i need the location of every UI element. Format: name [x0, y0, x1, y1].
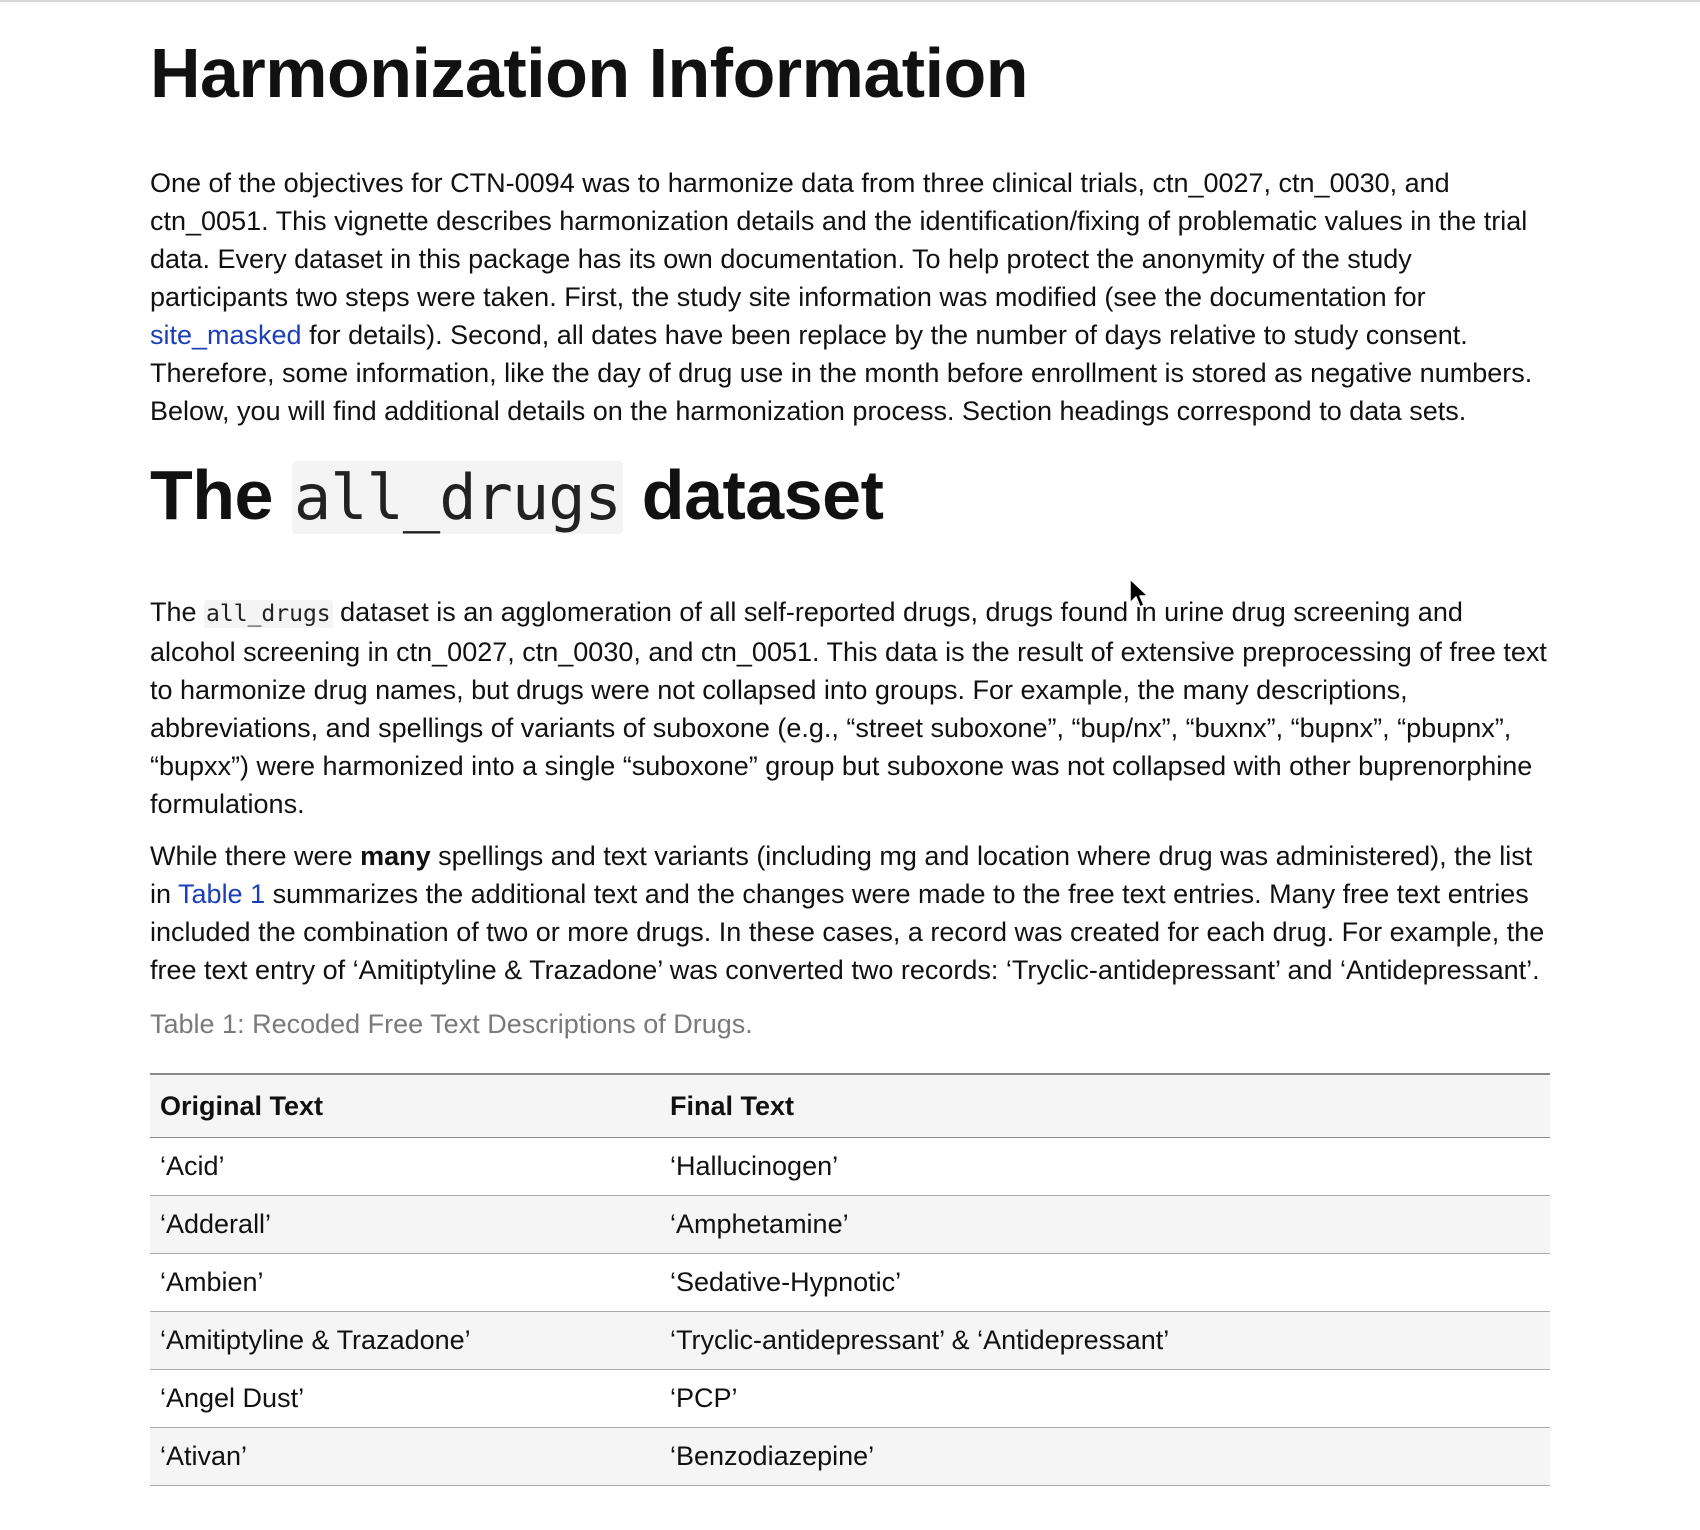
cell-final: ‘Amphetamine’	[660, 1195, 1550, 1254]
cell-final: ‘Tryclic-antidepressant’ & ‘Antidepressa…	[660, 1311, 1550, 1370]
document-content: Harmonization Information One of the obj…	[150, 30, 1550, 1486]
section-heading-all-drugs: The all_drugs dataset	[150, 452, 1550, 541]
table-row: ‘Angel Dust’ ‘PCP’	[150, 1369, 1550, 1428]
column-header-final: Final Text	[670, 1090, 795, 1121]
table-caption: Table 1: Recoded Free Text Descriptions …	[150, 1009, 753, 1039]
table-row: ‘Acid’ ‘Hallucinogen’	[150, 1137, 1550, 1196]
intro-paragraph: One of the objectives for CTN-0094 was t…	[150, 164, 1550, 430]
section-heading-suffix: dataset	[622, 456, 884, 534]
site-masked-link[interactable]: site_masked	[150, 320, 302, 350]
cell-final: ‘Sedative-Hypnotic’	[660, 1253, 1550, 1312]
section-heading-code: all_drugs	[291, 461, 623, 534]
table-row: ‘Ambien’ ‘Sedative-Hypnotic’	[150, 1253, 1550, 1312]
intro-text-1: One of the objectives for CTN-0094 was t…	[150, 168, 1528, 312]
table-row: ‘Adderall’ ‘Amphetamine’	[150, 1195, 1550, 1254]
p2-text-3: summarizes the additional text and the c…	[150, 879, 1545, 985]
all-drugs-paragraph-1: The all_drugs dataset is an agglomeratio…	[150, 593, 1550, 823]
cell-original: ‘Amitiptyline & Trazadone’	[150, 1311, 660, 1370]
cell-original: ‘Acid’	[150, 1137, 660, 1196]
page-title: Harmonization Information	[150, 34, 1029, 112]
p2-text-1: While there were	[150, 841, 361, 871]
cell-original: ‘Ativan’	[150, 1427, 660, 1486]
p1-text: dataset is an agglomeration of all self-…	[150, 597, 1547, 819]
section-heading-prefix: The	[150, 456, 292, 534]
cell-original: ‘Angel Dust’	[150, 1369, 660, 1428]
table-row: ‘Amitiptyline & Trazadone’ ‘Tryclic-anti…	[150, 1311, 1550, 1370]
mouse-pointer-icon	[1129, 578, 1149, 608]
table-header-row: Original Text Final Text	[150, 1074, 1550, 1138]
cell-original: ‘Adderall’	[150, 1195, 660, 1254]
p1-inline-code: all_drugs	[204, 600, 333, 628]
cell-final: ‘Benzodiazepine’	[660, 1427, 1550, 1486]
p1-prefix: The	[150, 597, 205, 627]
cell-final: ‘Hallucinogen’	[660, 1137, 1550, 1196]
p2-bold: many	[360, 841, 431, 871]
table-row: ‘Ativan’ ‘Benzodiazepine’	[150, 1427, 1550, 1486]
top-border	[0, 0, 1700, 2]
intro-text-2: for details). Second, all dates have bee…	[150, 320, 1533, 426]
cell-original: ‘Ambien’	[150, 1253, 660, 1312]
cell-final: ‘PCP’	[660, 1369, 1550, 1428]
all-drugs-paragraph-2: While there were many spellings and text…	[150, 837, 1550, 989]
column-header-original: Original Text	[160, 1090, 324, 1121]
table-1-link[interactable]: Table 1	[178, 879, 265, 909]
recoded-drugs-table: Original Text Final Text ‘Acid’ ‘Halluci…	[150, 1073, 1550, 1486]
